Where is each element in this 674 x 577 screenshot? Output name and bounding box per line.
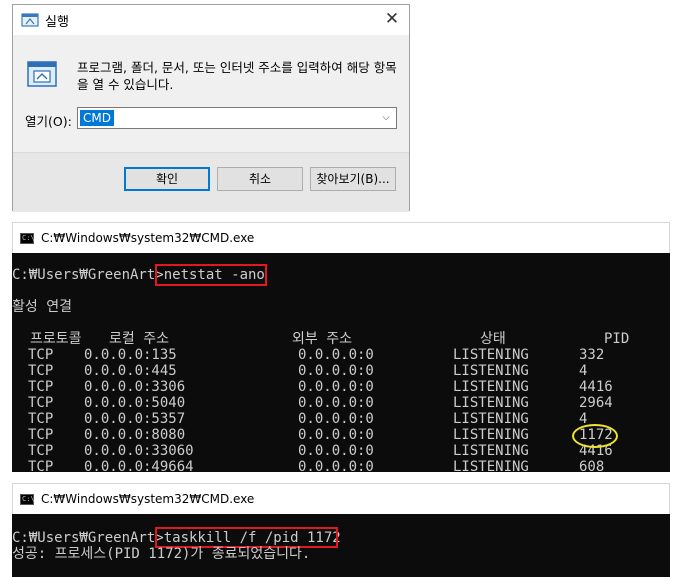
cancel-button[interactable]: 취소 bbox=[217, 167, 303, 191]
col-header-local: 로컬 주소 bbox=[109, 331, 169, 347]
row-state: LISTENING bbox=[453, 443, 529, 459]
row-state: LISTENING bbox=[453, 411, 529, 427]
row-local-address: 0.0.0.0:135 bbox=[84, 347, 177, 363]
run-description: 프로그램, 폴더, 문서, 또는 인터넷 주소를 입력하여 해당 항목을 열 수… bbox=[77, 60, 397, 92]
col-header-state: 상태 bbox=[480, 331, 506, 347]
row-proto: TCP bbox=[28, 411, 54, 427]
row-local-address: 0.0.0.0:33060 bbox=[84, 443, 194, 459]
col-header-pid: PID bbox=[604, 331, 630, 347]
command-highlight-box bbox=[155, 527, 338, 548]
row-foreign-address: 0.0.0.0:0 bbox=[298, 379, 374, 395]
row-state: LISTENING bbox=[453, 347, 529, 363]
row-foreign-address: 0.0.0.0:0 bbox=[298, 427, 374, 443]
row-state: LISTENING bbox=[453, 427, 529, 443]
row-proto: TCP bbox=[28, 427, 54, 443]
row-local-address: 0.0.0.0:3306 bbox=[84, 379, 186, 395]
command-highlight-box bbox=[155, 264, 267, 286]
ok-button[interactable]: 확인 bbox=[124, 167, 210, 191]
row-state: LISTENING bbox=[453, 395, 529, 411]
result-line: 성공: 프로세스(PID 1172)가 종료되었습니다. bbox=[12, 546, 311, 562]
cmd-titlebar: C:\ C:₩Windows₩system32₩CMD.exe bbox=[12, 483, 670, 514]
row-pid: 332 bbox=[579, 347, 605, 363]
console-output[interactable]: C:₩Users₩GreenArt>netstat -ano 활성 연결 프로토… bbox=[12, 253, 670, 472]
row-local-address: 0.0.0.0:49664 bbox=[84, 459, 194, 472]
open-combobox[interactable]: CMD ⌵ bbox=[77, 107, 397, 129]
row-foreign-address: 0.0.0.0:0 bbox=[298, 363, 374, 379]
run-program-icon bbox=[27, 61, 57, 87]
row-local-address: 0.0.0.0:5040 bbox=[84, 395, 186, 411]
console-icon: C:\ bbox=[20, 494, 35, 505]
heading-line: 활성 연결 bbox=[12, 299, 72, 315]
cmd-window-taskkill: C:\ C:₩Windows₩system32₩CMD.exe C:₩Users… bbox=[12, 483, 670, 577]
row-proto: TCP bbox=[28, 443, 54, 459]
pid-highlight-circle bbox=[572, 424, 618, 448]
row-proto: TCP bbox=[28, 395, 54, 411]
row-proto: TCP bbox=[28, 379, 54, 395]
row-proto: TCP bbox=[28, 363, 54, 379]
row-local-address: 0.0.0.0:445 bbox=[84, 363, 177, 379]
chevron-down-icon[interactable]: ⌵ bbox=[378, 108, 394, 128]
row-pid: 2964 bbox=[579, 395, 613, 411]
console-icon: C:\ bbox=[20, 233, 35, 244]
browse-button[interactable]: 찾아보기(B)... bbox=[310, 167, 396, 191]
prompt: C:₩Users₩GreenArt> bbox=[12, 267, 164, 283]
row-proto: TCP bbox=[28, 459, 54, 472]
prompt: C:₩Users₩GreenArt> bbox=[12, 530, 164, 546]
col-header-proto: 프로토콜 bbox=[30, 331, 82, 347]
close-icon[interactable]: ✕ bbox=[381, 8, 403, 30]
col-header-foreign: 외부 주소 bbox=[292, 331, 352, 347]
cmd-titlebar: C:\ C:₩Windows₩system32₩CMD.exe bbox=[12, 222, 670, 253]
row-local-address: 0.0.0.0:5357 bbox=[84, 411, 186, 427]
row-pid: 608 bbox=[579, 459, 605, 472]
row-state: LISTENING bbox=[453, 363, 529, 379]
row-state: LISTENING bbox=[453, 459, 529, 472]
row-foreign-address: 0.0.0.0:0 bbox=[298, 395, 374, 411]
open-input-value[interactable]: CMD bbox=[80, 110, 114, 126]
row-proto: TCP bbox=[28, 347, 54, 363]
cmd-window-netstat: C:\ C:₩Windows₩system32₩CMD.exe C:₩Users… bbox=[12, 222, 670, 472]
row-pid: 4 bbox=[579, 363, 588, 379]
run-dialog: 실행 ✕ 프로그램, 폴더, 문서, 또는 인터넷 주소를 입력하여 해당 항목… bbox=[12, 4, 410, 212]
run-titlebar: 실행 ✕ bbox=[13, 5, 409, 35]
row-foreign-address: 0.0.0.0:0 bbox=[298, 443, 374, 459]
open-label: 열기(O): bbox=[25, 114, 72, 129]
row-foreign-address: 0.0.0.0:0 bbox=[298, 459, 374, 472]
row-foreign-address: 0.0.0.0:0 bbox=[298, 347, 374, 363]
console-output[interactable]: C:₩Users₩GreenArt>taskkill /f /pid 1172 … bbox=[12, 514, 670, 577]
cmd-title: C:₩Windows₩system32₩CMD.exe bbox=[41, 492, 255, 506]
row-foreign-address: 0.0.0.0:0 bbox=[298, 411, 374, 427]
run-buttonbar: 확인 취소 찾아보기(B)... bbox=[13, 152, 409, 212]
run-title: 실행 bbox=[45, 15, 69, 30]
row-state: LISTENING bbox=[453, 379, 529, 395]
run-app-icon bbox=[21, 13, 39, 27]
row-local-address: 0.0.0.0:8080 bbox=[84, 427, 186, 443]
row-pid: 4416 bbox=[579, 379, 613, 395]
cmd-title: C:₩Windows₩system32₩CMD.exe bbox=[41, 231, 255, 245]
run-body: 프로그램, 폴더, 문서, 또는 인터넷 주소를 입력하여 해당 항목을 열 수… bbox=[13, 35, 409, 212]
